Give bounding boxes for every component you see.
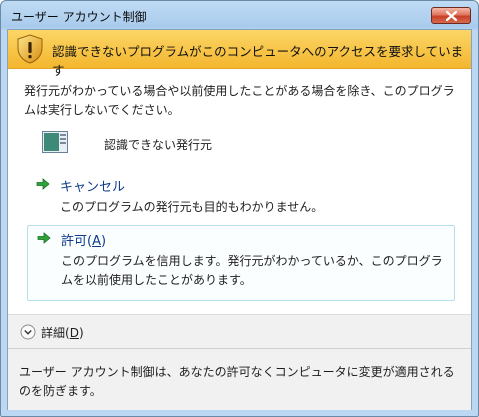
cancel-title: キャンセル bbox=[60, 180, 126, 195]
close-icon bbox=[446, 11, 457, 21]
chevron-down-icon bbox=[20, 324, 36, 340]
footer-text: ユーザー アカウント制御は、あなたの許可なくコンピュータに変更が適用されるのを防… bbox=[19, 365, 455, 398]
cancel-option[interactable]: キャンセル このプログラムの発行元も目的もわかりません。 bbox=[27, 173, 455, 221]
close-button[interactable] bbox=[431, 7, 471, 24]
allow-option[interactable]: 許可(A) このプログラムを信用します。発行元がわかっているか、このプログラムを… bbox=[27, 225, 455, 301]
banner-text: 認識できないプログラムがこのコンピュータへのアクセスを要求しています bbox=[52, 44, 464, 78]
window-title: ユーザー アカウント制御 bbox=[11, 10, 147, 24]
details-label: 詳細(D) bbox=[41, 324, 84, 341]
publisher-label: 認識できない発行元 bbox=[104, 138, 213, 152]
footer: ユーザー アカウント制御は、あなたの許可なくコンピュータに変更が適用されるのを防… bbox=[8, 348, 471, 410]
uac-dialog: ユーザー アカウント制御 認識できないプログラムがこのコンピュータへのアクセスを… bbox=[0, 0, 479, 417]
cancel-description: このプログラムの発行元も目的もわかりません。 bbox=[60, 200, 324, 214]
title-bar[interactable]: ユーザー アカウント制御 bbox=[1, 1, 478, 29]
allow-description: このプログラムを信用します。発行元がわかっているか、このプログラムを以前使用した… bbox=[61, 254, 443, 287]
allow-access-key: A bbox=[92, 234, 101, 249]
dialog-body: 認識できないプログラムがこのコンピュータへのアクセスを要求しています 発行元がわ… bbox=[7, 29, 472, 410]
details-toggle[interactable]: 詳細(D) bbox=[8, 314, 471, 348]
warning-banner: 認識できないプログラムがこのコンピュータへのアクセスを要求しています bbox=[8, 30, 471, 78]
description-text: 発行元がわかっている場合や以前使用したことがある場合を除き、このプログラムは実行… bbox=[24, 84, 455, 117]
details-label-prefix: 詳細( bbox=[41, 326, 70, 340]
allow-title-prefix: 許可( bbox=[61, 234, 93, 249]
details-access-key: D bbox=[69, 326, 79, 340]
shield-warning-icon bbox=[17, 34, 43, 64]
green-arrow-icon bbox=[36, 178, 50, 190]
allow-title-suffix: ) bbox=[100, 234, 107, 249]
allow-title: 許可(A) bbox=[61, 230, 106, 249]
program-window-icon bbox=[42, 131, 68, 153]
green-arrow-icon bbox=[37, 232, 51, 244]
details-label-suffix: ) bbox=[78, 326, 84, 340]
